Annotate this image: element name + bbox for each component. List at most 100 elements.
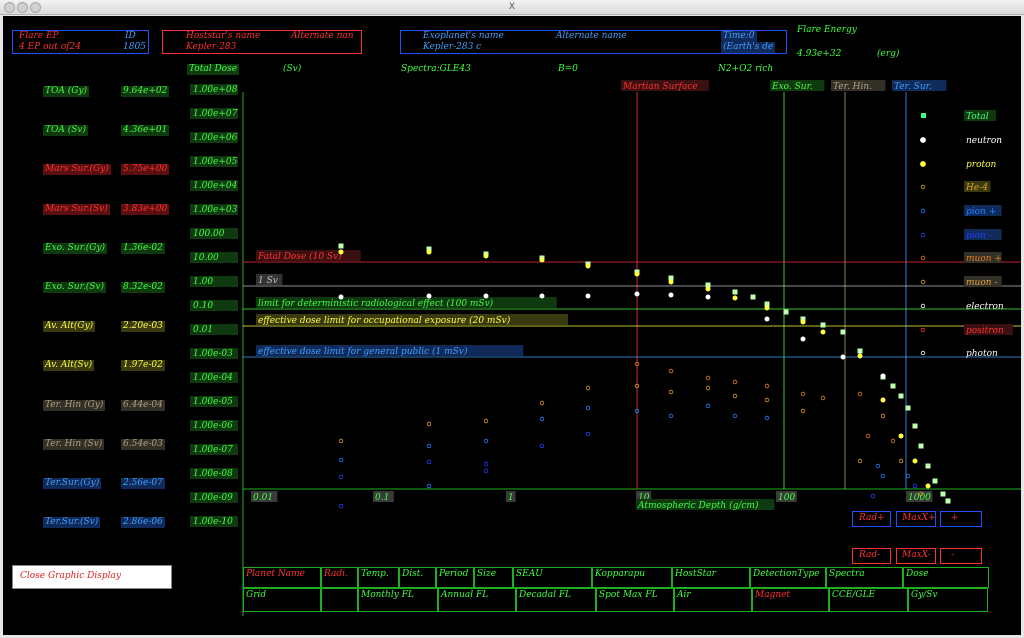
faint-series-point bbox=[539, 400, 545, 406]
table-button[interactable]: Monthly FL bbox=[358, 588, 438, 612]
neutron-point bbox=[634, 291, 640, 297]
total-point bbox=[338, 243, 344, 249]
faint-series-point bbox=[905, 473, 911, 479]
table-button[interactable]: SEAU bbox=[513, 567, 592, 588]
table-button[interactable]: Planet Name bbox=[243, 567, 321, 588]
y-tick-label: 1.00e+06 bbox=[193, 133, 238, 143]
table-button[interactable]: Magnet bbox=[752, 588, 829, 612]
neutron-point bbox=[585, 293, 591, 299]
rad-minus-button[interactable]: Rad- bbox=[852, 548, 891, 564]
legend-marker bbox=[920, 279, 926, 285]
table-button[interactable]: CCE/GLE bbox=[829, 588, 908, 612]
table-button[interactable]: HostStar bbox=[672, 567, 750, 588]
faint-series-point bbox=[483, 461, 489, 467]
faint-series-point bbox=[668, 389, 674, 395]
rad-plus-button[interactable]: Rad+ bbox=[852, 511, 891, 527]
faint-series-point bbox=[705, 375, 711, 381]
table-button[interactable]: Decadal FL bbox=[516, 588, 596, 612]
minus-button[interactable]: - bbox=[940, 548, 982, 564]
proton-point bbox=[800, 319, 806, 325]
total-point bbox=[750, 294, 756, 300]
vertical-marker-label: Exo. Sur. bbox=[771, 82, 813, 92]
legend-marker bbox=[921, 113, 926, 118]
faint-series-point bbox=[890, 438, 896, 444]
maxx-minus-label: MaxX- bbox=[902, 550, 931, 560]
y-tick-label: 1.00e+07 bbox=[193, 109, 238, 119]
faint-series-point bbox=[705, 403, 711, 409]
faint-series-point bbox=[865, 433, 871, 439]
neutron-point bbox=[840, 354, 846, 360]
table-button[interactable]: Size bbox=[474, 567, 513, 588]
y-tick-label: 10.00 bbox=[193, 253, 219, 263]
y-tick-label: 1.00e-09 bbox=[193, 493, 233, 503]
neutron-point bbox=[426, 293, 432, 299]
y-tick-label: 1.00e-04 bbox=[193, 373, 233, 383]
vertical-marker-label: Ter. Sur. bbox=[894, 82, 932, 92]
total-point bbox=[890, 383, 896, 389]
legend-marker bbox=[920, 208, 926, 214]
table-button[interactable]: Gy/Sv bbox=[908, 588, 988, 612]
table-button[interactable]: Air bbox=[674, 588, 752, 612]
proton-point bbox=[483, 253, 489, 259]
table-button[interactable]: Radi. bbox=[321, 567, 358, 588]
table-button[interactable]: Temp. bbox=[358, 567, 399, 588]
faint-series-point bbox=[426, 443, 432, 449]
proton-point bbox=[898, 433, 904, 439]
faint-series-point bbox=[338, 457, 344, 463]
table-button[interactable]: Dose bbox=[903, 567, 989, 588]
table-button[interactable]: Annual FL bbox=[438, 588, 516, 612]
faint-series-point bbox=[857, 458, 863, 464]
table-button[interactable] bbox=[321, 588, 358, 612]
faint-series-point bbox=[539, 443, 545, 449]
table-button[interactable]: Dist. bbox=[399, 567, 436, 588]
faint-series-point bbox=[764, 397, 770, 403]
plus-button[interactable]: + bbox=[940, 511, 982, 527]
total-point bbox=[905, 405, 911, 411]
faint-series-point bbox=[338, 438, 344, 444]
proton-point bbox=[732, 295, 738, 301]
y-tick-label: 1.00e-05 bbox=[193, 397, 233, 407]
dose-chart: 1.00e+08 1.00e+07 1.00e+06 1.00e+05 1.00e+04… bbox=[190, 80, 1021, 616]
window-frame: X Flare EP 4 EP out of24 ID 1805 Hoststa… bbox=[0, 0, 1024, 638]
table-button[interactable]: Spot Max FL bbox=[596, 588, 674, 612]
legend-marker bbox=[920, 303, 926, 309]
total-point bbox=[925, 463, 931, 469]
proton-point bbox=[857, 353, 863, 359]
faint-series-point bbox=[668, 413, 674, 419]
faint-series-point bbox=[800, 408, 806, 414]
total-point bbox=[820, 322, 826, 328]
faint-series-point bbox=[539, 416, 545, 422]
faint-series-point bbox=[426, 459, 432, 465]
legend-marker bbox=[920, 184, 926, 190]
faint-series-point bbox=[426, 421, 432, 427]
y-tick-label: 1.00e-07 bbox=[193, 445, 233, 455]
plus-label: + bbox=[951, 513, 959, 523]
proton-point bbox=[764, 305, 770, 311]
legend-label: muon + bbox=[966, 254, 1002, 264]
table-button[interactable]: Grid bbox=[243, 588, 321, 612]
table-button[interactable]: DetectionType bbox=[750, 567, 826, 588]
faint-series-point bbox=[426, 483, 432, 489]
faint-series-point bbox=[857, 391, 863, 397]
neutron-point bbox=[483, 293, 489, 299]
faint-series-point bbox=[870, 493, 876, 499]
faint-series-point bbox=[880, 473, 886, 479]
maxx-minus-button[interactable]: MaxX- bbox=[896, 548, 936, 564]
faint-series-point bbox=[820, 395, 826, 401]
legend-label: neutron bbox=[966, 136, 1002, 146]
table-button[interactable]: Spectra bbox=[826, 567, 903, 588]
rad-plus-label: Rad+ bbox=[859, 513, 885, 523]
proton-point bbox=[912, 458, 918, 464]
title-bar: X bbox=[0, 0, 1024, 15]
y-tick-label: 0.10 bbox=[193, 301, 213, 311]
maxx-plus-button[interactable]: MaxX+ bbox=[896, 511, 936, 527]
legend-marker bbox=[920, 232, 926, 238]
faint-series-point bbox=[668, 368, 674, 374]
table-button[interactable]: Kopparapu bbox=[592, 567, 672, 588]
faint-series-point bbox=[732, 393, 738, 399]
faint-series-point bbox=[764, 383, 770, 389]
faint-series-point bbox=[875, 463, 881, 469]
legend-marker bbox=[920, 350, 926, 356]
table-button[interactable]: Period bbox=[436, 567, 474, 588]
y-tick-label: 1.00e+08 bbox=[193, 85, 238, 95]
